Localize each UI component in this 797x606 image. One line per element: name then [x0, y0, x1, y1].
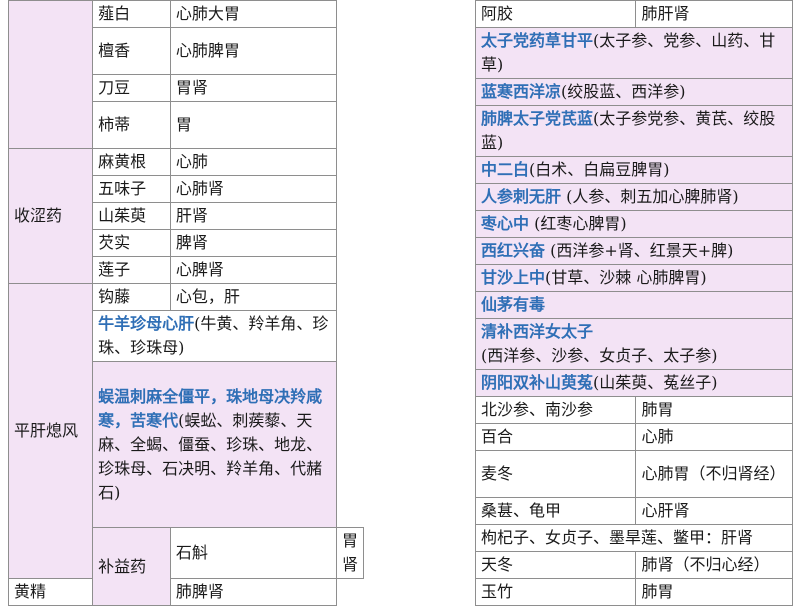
mnemonic-cell: 枣心中 (红枣心脾胃) [475, 210, 793, 238]
mnemonic-cell: 蜈温刺麻全僵平，珠地母决羚咸寒，苦寒代(蜈蚣、刺蒺藜、天麻、全蝎、僵蚕、珍珠、地… [92, 361, 337, 528]
meridian-cell: 肺脾肾 [169, 578, 337, 606]
meridian-cell: 心肺肾 [169, 175, 337, 203]
meridian-cell: 心肺大胃 [169, 0, 337, 28]
meridian-cell: 肺胃 [635, 578, 793, 606]
category-calm-liver: 平肝熄风 [7, 283, 94, 579]
meridian-cell: 心肺脾胃 [169, 27, 337, 75]
herb-cell: 檀香 [92, 27, 171, 75]
herb-cell: 黄精 [7, 578, 94, 606]
category-tonic: 补益药 [92, 527, 171, 606]
mnemonic-cell: 甘沙上中(甘草、沙棘 心肺脾胃) [475, 264, 793, 292]
mnemonic-cell: 人参刺无肝 (人参、刺五加心脾肺肾) [475, 183, 793, 211]
mnemonic-detail: (甘草、沙棘 心肺脾胃) [545, 268, 707, 287]
herb-cell: 北沙参、南沙参 [474, 396, 637, 424]
herb-cell: 天冬 [474, 551, 637, 579]
herb-cell: 石斛 [169, 527, 337, 579]
meridian-cell: 心肺 [169, 148, 337, 176]
meridian-cell: 肝肾 [169, 202, 337, 230]
mnemonic-detail: (白术、白扁豆脾胃) [529, 160, 670, 179]
herb-cell: 阿胶 [474, 0, 637, 28]
mnemonic-detail: (西洋参、沙参、女贞子、太子参) [481, 346, 718, 365]
herb-cell: 刀豆 [92, 74, 171, 102]
herb-cell: 麦冬 [474, 450, 637, 498]
mnemonic-detail: (山茱萸、菟丝子) [593, 373, 718, 392]
meridian-cell: 心包，肝 [169, 283, 337, 311]
meridian-cell: 肺胃 [635, 396, 793, 424]
herb-cell: 桑葚、龟甲 [474, 497, 637, 525]
meridian-cell: 脾肾 [169, 229, 337, 257]
mnemonic-detail: (西洋参+肾、红景天+脾) [545, 241, 734, 260]
mnemonic-cell: 阴阳双补山萸菟(山茱萸、菟丝子) [475, 369, 793, 397]
right-herb-table: 阿胶 肺肝肾 太子党药草甘平(太子参、党参、山药、甘草) 蓝寒西洋凉(绞股蓝、西… [474, 0, 793, 606]
herb-cell: 莲子 [92, 256, 171, 284]
herb-cell: 芡实 [92, 229, 171, 257]
mnemonic-bold: 西红兴奋 [481, 241, 546, 260]
herb-cell: 柿蒂 [92, 101, 171, 149]
mnemonic-bold: 枣心中 [481, 214, 530, 233]
mnemonic-detail: (人参、刺五加心脾肺肾) [561, 187, 739, 206]
mnemonic-bold: 肺脾太子党芪蓝 [481, 109, 594, 128]
mnemonic-bold: 人参刺无肝 [481, 187, 562, 206]
herb-cell: 五味子 [92, 175, 171, 203]
mnemonic-cell: 清补西洋女太子 (西洋参、沙参、女贞子、太子参) [475, 318, 793, 370]
left-herb-table: 薤白 心肺大胃 檀香 心肺脾胃 刀豆 胃肾 柿蒂 胃 收涩药 麻黄根 心肺 五味… [7, 0, 365, 606]
mnemonic-bold: 中二白 [481, 160, 530, 179]
category-cell-blank [7, 0, 94, 149]
meridian-cell: 心肺 [635, 423, 793, 451]
meridian-cell: 肺肾（不归心经） [635, 551, 793, 579]
meridian-cell: 心脾肾 [169, 256, 337, 284]
mnemonic-cell: 仙茅有毒 [475, 291, 793, 319]
mnemonic-bold: 牛羊珍母心肝 [98, 314, 195, 333]
category-astringent: 收涩药 [7, 148, 94, 284]
mnemonic-bold: 甘沙上中 [481, 268, 546, 287]
mnemonic-detail: (红枣心脾胃) [529, 214, 627, 233]
mnemonic-bold: 蓝寒西洋凉 [481, 82, 562, 101]
mnemonic-cell: 中二白(白术、白扁豆脾胃) [475, 156, 793, 184]
mnemonic-cell: 西红兴奋 (西洋参+肾、红景天+脾) [475, 237, 793, 265]
herb-cell: 百合 [474, 423, 637, 451]
herb-cell: 钩藤 [92, 283, 171, 311]
meridian-cell: 胃肾 [169, 74, 337, 102]
herb-cell: 玉竹 [474, 578, 637, 606]
mnemonic-detail: (绞股蓝、西洋参) [561, 82, 686, 101]
meridian-cell: 心肺胃（不归肾经） [635, 450, 793, 498]
herb-cell: 麻黄根 [92, 148, 171, 176]
meridian-cell: 心肝肾 [635, 497, 793, 525]
mnemonic-bold: 清补西洋女太子 [481, 322, 594, 341]
meridian-cell: 胃肾 [335, 527, 365, 579]
mnemonic-bold: 仙茅有毒 [481, 295, 546, 314]
meridian-cell: 肺肝肾 [635, 0, 793, 28]
mnemonic-bold: 太子党药草甘平 [481, 31, 594, 50]
herb-cell: 薤白 [92, 0, 171, 28]
mnemonic-cell: 肺脾太子党芪蓝(太子参党参、黄芪、绞股蓝) [475, 105, 793, 157]
full-width-cell: 枸杞子、女贞子、墨旱莲、鳖甲：肝肾 [475, 524, 793, 552]
mnemonic-cell: 蓝寒西洋凉(绞股蓝、西洋参) [475, 78, 793, 106]
mnemonic-cell: 牛羊珍母心肝(牛黄、羚羊角、珍珠、珍珠母) [92, 310, 337, 362]
meridian-cell: 胃 [169, 101, 337, 149]
mnemonic-bold: 阴阳双补山萸菟 [481, 373, 594, 392]
herb-cell: 山茱萸 [92, 202, 171, 230]
mnemonic-cell: 太子党药草甘平(太子参、党参、山药、甘草) [475, 27, 793, 79]
